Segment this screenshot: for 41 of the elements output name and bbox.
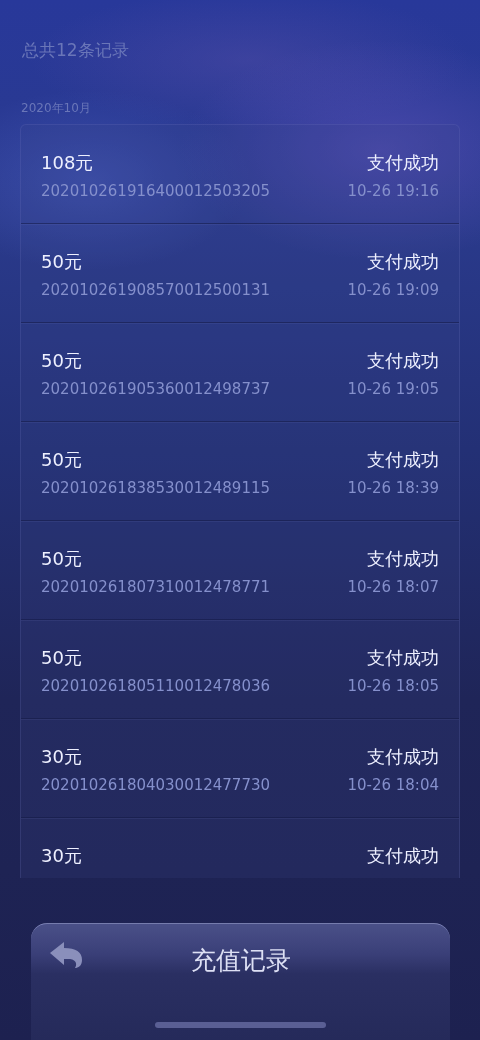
order-number: 202010261807310012478771 — [41, 577, 271, 598]
time-text: 10-26 18:04 — [347, 775, 439, 796]
amount-text: 50元 — [41, 646, 82, 670]
time-text: 10-26 19:05 — [347, 379, 439, 400]
order-number: 202010261905360012498737 — [41, 379, 271, 400]
status-text: 支付成功 — [367, 151, 439, 175]
amount-text: 30元 — [41, 745, 82, 769]
record-row[interactable]: 50元 支付成功 202010261807310012478771 10-26 18:07 — [21, 521, 459, 620]
record-row[interactable]: 50元 支付成功 202010261905360012498737 10-26 19:05 — [21, 323, 459, 422]
record-row[interactable]: 30元 支付成功 — [21, 818, 459, 878]
status-text: 支付成功 — [367, 349, 439, 373]
time-text: 10-26 18:39 — [347, 478, 439, 499]
order-number: 202010261805110012478036 — [41, 676, 271, 697]
order-number: 202010261838530012489115 — [41, 478, 271, 499]
order-number: 202010261908570012500131 — [41, 280, 271, 301]
status-text: 支付成功 — [367, 646, 439, 670]
time-text: 10-26 18:07 — [347, 577, 439, 598]
record-count: 总共12条记录 — [22, 39, 130, 62]
record-row[interactable]: 50元 支付成功 202010261805110012478036 10-26 18:05 — [21, 620, 459, 719]
record-row[interactable]: 30元 支付成功 202010261804030012477730 10-26 18:04 — [21, 719, 459, 818]
month-header: 2020年10月 — [21, 100, 92, 116]
order-number: 202010261804030012477730 — [41, 775, 271, 796]
page-title: 充值记录 — [190, 945, 291, 977]
record-row[interactable]: 50元 支付成功 202010261908570012500131 10-26 19:09 — [21, 224, 459, 323]
time-text: 10-26 19:09 — [347, 280, 439, 301]
status-text: 支付成功 — [367, 844, 439, 868]
amount-text: 50元 — [41, 349, 82, 373]
status-text: 支付成功 — [367, 250, 439, 274]
record-row[interactable]: 50元 支付成功 202010261838530012489115 10-26 18:39 — [21, 422, 459, 521]
order-number: 202010261916400012503205 — [41, 181, 271, 202]
status-text: 支付成功 — [367, 745, 439, 769]
status-text: 支付成功 — [367, 448, 439, 472]
time-text: 10-26 19:16 — [347, 181, 439, 202]
amount-text: 108元 — [41, 151, 94, 175]
time-text: 10-26 18:05 — [347, 676, 439, 697]
amount-text: 50元 — [41, 547, 82, 571]
amount-text: 50元 — [41, 250, 82, 274]
record-row[interactable]: 108元 支付成功 202010261916400012503205 10-26 19:16 — [21, 125, 459, 224]
amount-text: 30元 — [41, 844, 82, 868]
amount-text: 50元 — [41, 448, 82, 472]
status-text: 支付成功 — [367, 547, 439, 571]
